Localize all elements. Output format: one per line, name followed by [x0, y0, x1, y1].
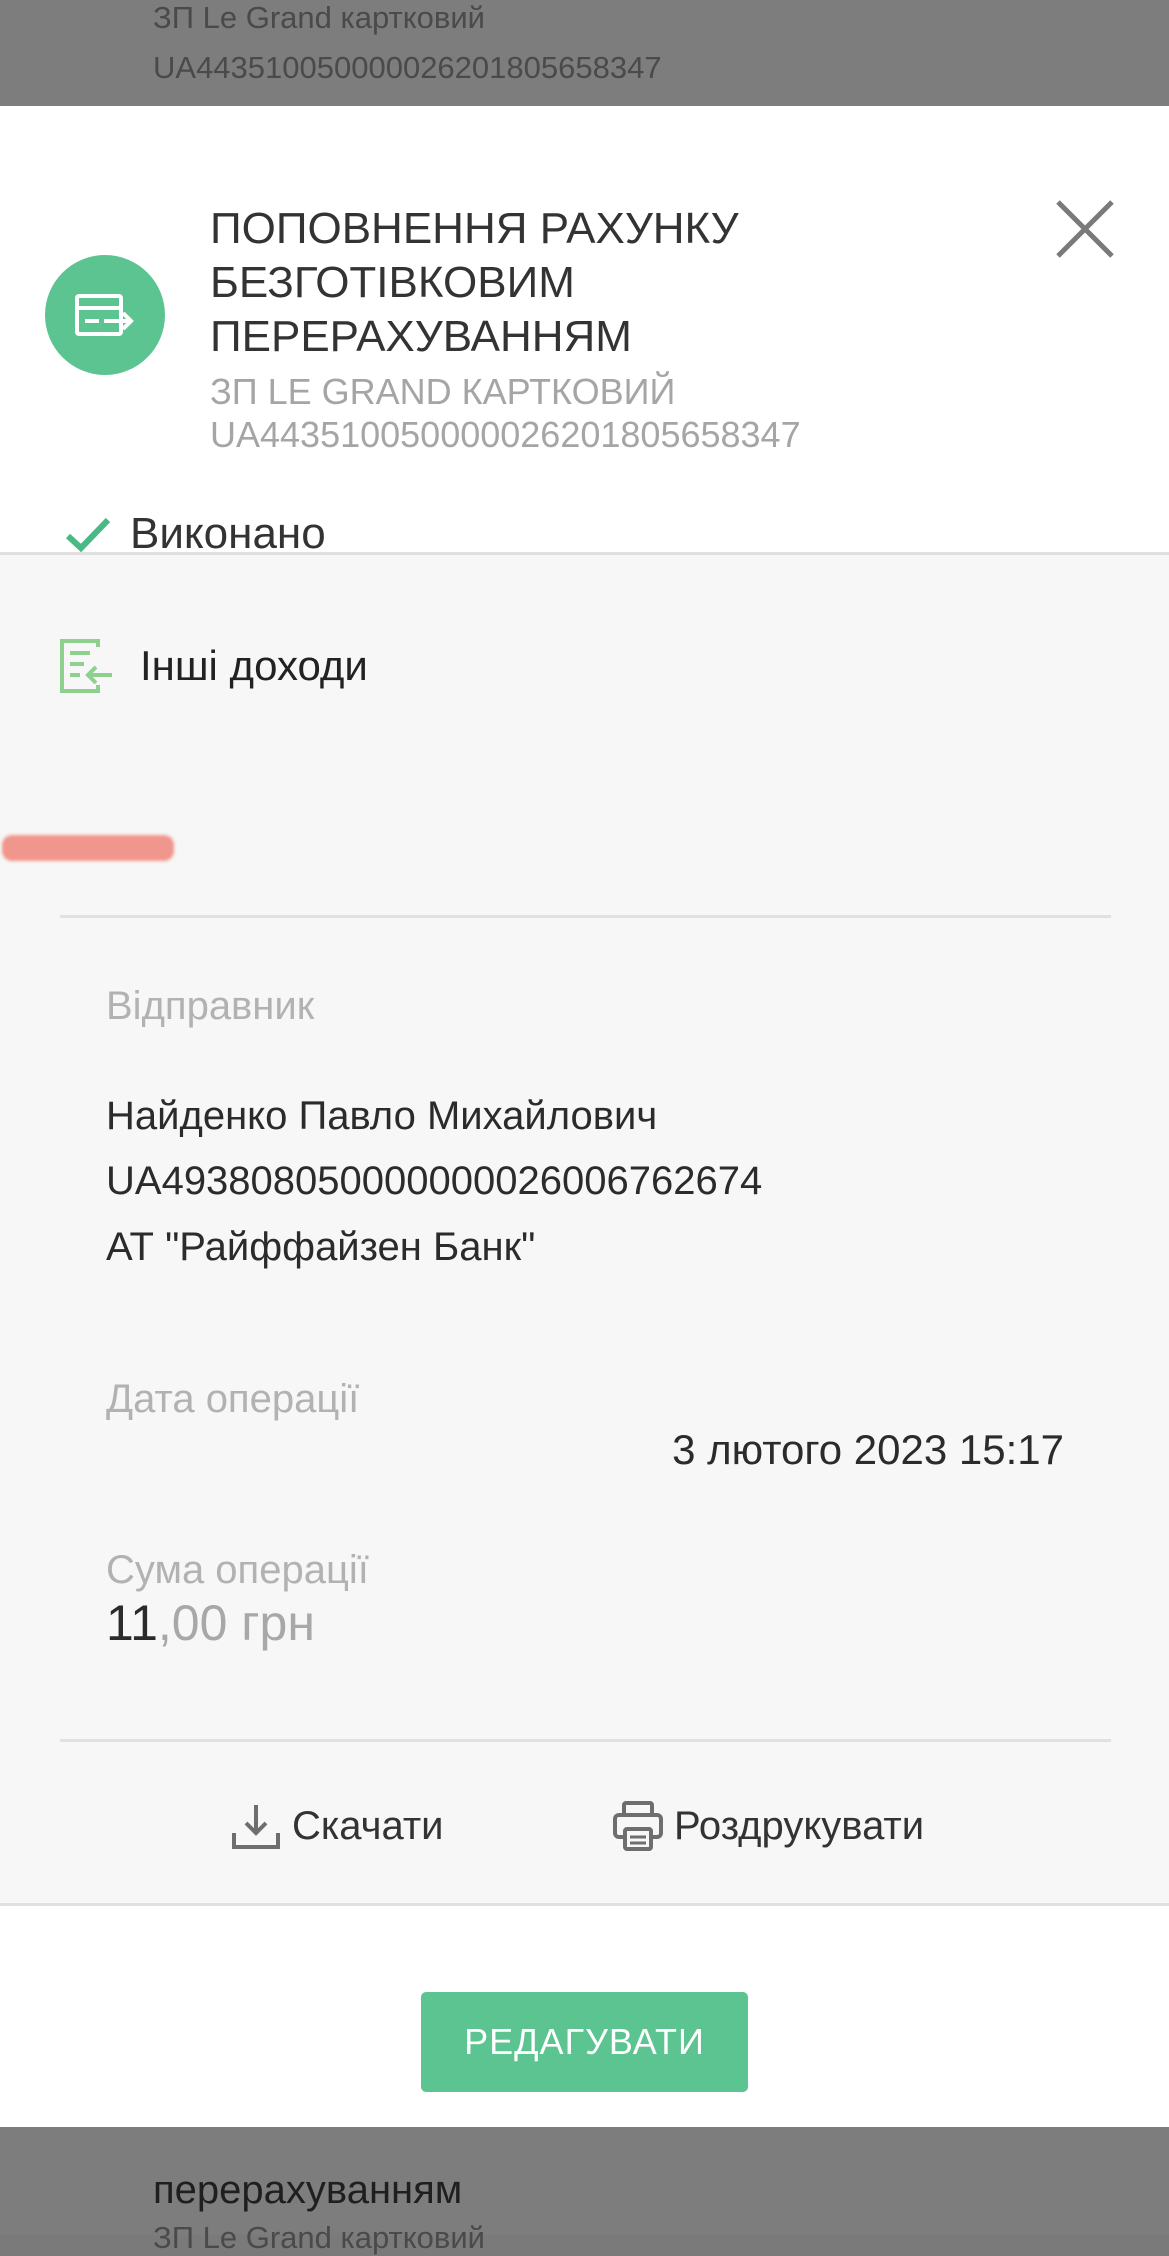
modal-title: ПОПОВНЕННЯ РАХУНКУ БЕЗГОТІВКОВИМ ПЕРЕРАХ…	[210, 202, 850, 364]
download-icon	[232, 1805, 280, 1849]
modal-header: ПОПОВНЕННЯ РАХУНКУ БЕЗГОТІВКОВИМ ПЕРЕРАХ…	[0, 106, 1169, 555]
title-line-1: ПОПОВНЕННЯ РАХУНКУ	[210, 204, 739, 253]
title-line-2: БЕЗГОТІВКОВИМ	[210, 258, 575, 307]
background-bottom: перерахуванням ЗП Le Grand картковий	[0, 2124, 1169, 2255]
amount-decimal: ,00 грн	[157, 1595, 315, 1651]
operation-date-value: 3 лютого 2023 15:17	[672, 1426, 1064, 1473]
operation-date-label: Дата операції	[106, 1377, 360, 1421]
close-icon	[1056, 200, 1114, 258]
background-account-name-bottom: ЗП Le Grand картковий	[153, 2220, 485, 2255]
background-account-name: ЗП Le Grand картковий	[153, 0, 485, 35]
redaction-mark	[2, 835, 174, 861]
sender-iban: UA493808050000000026006762674	[106, 1159, 763, 1203]
background-title: перерахуванням	[153, 2168, 463, 2212]
background-account-iban: UA443510050000026201805658347	[153, 50, 662, 85]
account-name: ЗП LE GRAND КАРТКОВИЙ	[210, 371, 676, 412]
background-top: ЗП Le Grand картковий UA4435100500000262…	[0, 0, 1169, 106]
operation-amount-value: 11,00 грн	[106, 1594, 315, 1652]
status: Виконано	[64, 506, 326, 562]
download-button[interactable]: Скачати	[230, 1796, 444, 1856]
print-button[interactable]: Роздрукувати	[612, 1796, 924, 1856]
transaction-details-modal: ПОПОВНЕННЯ РАХУНКУ БЕЗГОТІВКОВИМ ПЕРЕРАХ…	[0, 106, 1169, 2127]
divider-bottom	[60, 1739, 1111, 1742]
operation-amount-label: Сума операції	[106, 1548, 369, 1592]
download-label: Скачати	[292, 1803, 444, 1848]
sender-bank: АТ "Райффайзен Банк"	[106, 1225, 536, 1269]
transfer-icon	[45, 255, 165, 375]
printer-icon	[613, 1801, 663, 1851]
category[interactable]: Інші доходи	[58, 636, 368, 696]
account-info: ЗП LE GRAND КАРТКОВИЙ UA4435100500000262…	[210, 370, 801, 456]
title-line-3: ПЕРЕРАХУВАННЯМ	[210, 312, 632, 361]
close-button[interactable]	[1050, 194, 1120, 264]
status-label: Виконано	[130, 509, 326, 558]
sender-label: Відправник	[106, 984, 315, 1028]
print-label: Роздрукувати	[674, 1803, 925, 1848]
divider-top	[60, 915, 1111, 918]
sender-name: Найденко Павло Михайлович	[106, 1094, 658, 1138]
account-iban: UA443510050000026201805658347	[210, 414, 801, 455]
amount-integer: 11	[106, 1595, 158, 1651]
modal-footer: РЕДАГУВАТИ	[0, 1903, 1169, 2127]
edit-button[interactable]: РЕДАГУВАТИ	[421, 1992, 748, 2092]
check-icon	[65, 517, 111, 553]
income-category-icon	[60, 639, 112, 693]
category-label: Інші доходи	[140, 642, 368, 689]
